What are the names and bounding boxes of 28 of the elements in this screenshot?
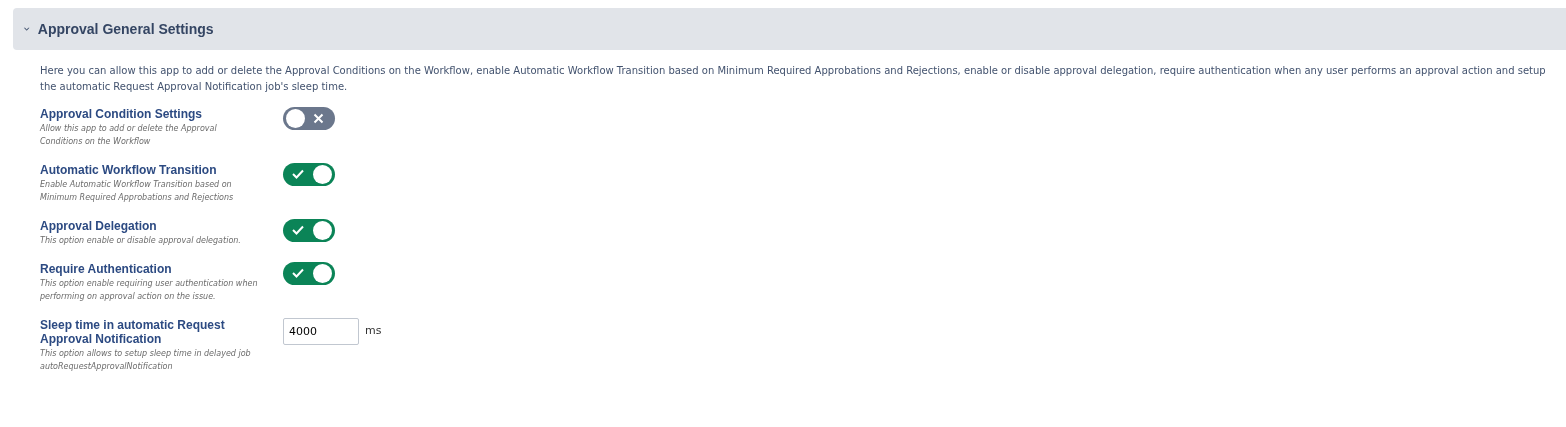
setting-hint: This option enable or disable approval delegation. [40,235,242,247]
check-icon [292,225,304,235]
toggle-switch[interactable] [283,163,335,186]
section-description: Here you can allow this app to add or delete the Approval Conditions on the Workflow, enable Automatic Workflow Transition based on Minimum Required Approbations and Rejections, enable or disable approval delegation, require authentication when any user performs an approval action and setup the automatic Request Approval Notification job's sleep time. [40,64,1547,94]
check-icon [292,268,304,278]
chevron-icon: › [18,26,37,32]
close-icon [313,113,324,124]
setting-hint: This option enable requiring user authentication when performing on approval action on the issue. [40,278,259,303]
setting-label: Sleep time in automatic Request Approval Notification [40,318,226,346]
setting-hint: Allow this app to add or delete the Approval Conditions on the Workflow [40,123,218,148]
check-icon [292,169,304,179]
setting-label: Approval Condition Settings [40,107,203,121]
setting-label: Automatic Workflow Transition [40,163,218,177]
toggle-switch[interactable] [283,219,335,242]
toggle-switch[interactable] [283,107,335,130]
sleep-time-field[interactable]: 4000 [283,318,359,345]
setting-hint: Enable Automatic Workflow Transition based on Minimum Required Approbations and Rejections [40,179,235,204]
setting-hint: This option allows to setup sleep time in delayed job autoRequestApprovalNotification [40,348,252,373]
section-header[interactable]: › Approval General Settings [13,8,1566,50]
unit-label: ms [365,323,382,340]
toggle-knob [286,109,305,128]
setting-label: Approval Delegation [40,219,158,233]
toggle-knob [313,165,332,184]
toggle-switch[interactable] [283,262,335,285]
section-title: Approval General Settings [37,19,214,39]
toggle-knob [313,221,332,240]
toggle-knob [313,264,332,283]
setting-label: Require Authentication [40,262,173,276]
